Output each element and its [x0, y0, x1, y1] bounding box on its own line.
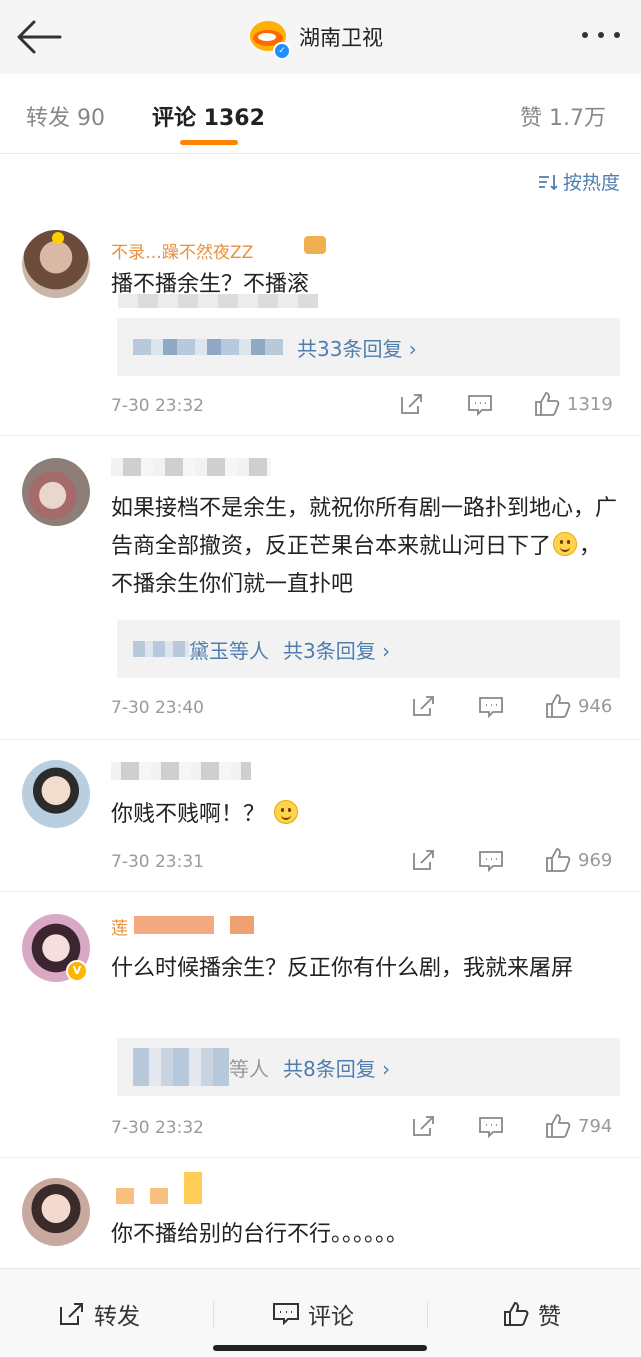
top-bar: ✓ 湖南卫视: [0, 0, 641, 74]
reply-summary[interactable]: 黛玉等人 共3条回复 ›: [117, 620, 620, 678]
verified-badge-icon: V: [66, 960, 88, 982]
bottom-comment-button[interactable]: 评论: [272, 1297, 354, 1331]
avatar[interactable]: [22, 458, 90, 526]
like-button[interactable]: 794: [544, 1112, 612, 1140]
reply-participants[interactable]: 等人: [229, 1053, 269, 1082]
repost-icon: [413, 696, 434, 716]
reply-summary[interactable]: 等人 共8条回复 ›: [117, 1038, 620, 1096]
comment-time: 7-30 23:32: [111, 1118, 204, 1138]
reply-button[interactable]: [478, 850, 504, 872]
sort-label: 按热度: [562, 172, 620, 194]
comment-icon: [468, 395, 492, 416]
blurred-name: [116, 1172, 204, 1206]
reply-button[interactable]: [467, 394, 493, 416]
home-indicator[interactable]: [213, 1345, 427, 1351]
bottom-comment-label: 评论: [308, 1304, 354, 1330]
reply-button[interactable]: [478, 696, 504, 718]
repost-button[interactable]: [399, 392, 425, 416]
thumbs-up-icon: [546, 848, 571, 872]
avatar[interactable]: [22, 1178, 90, 1246]
comment-text: 什么时候播余生？反正你有什么剧，我就来屠屏: [111, 956, 574, 981]
reply-participants[interactable]: 黛玉等人: [189, 635, 269, 664]
reply-count[interactable]: 共8条回复 ›: [283, 1053, 390, 1082]
comment-text-main: 你贱不贱啊！？: [111, 802, 266, 827]
avatar[interactable]: [22, 760, 90, 828]
divider: [427, 1301, 428, 1329]
more-dots-icon[interactable]: [579, 24, 623, 46]
smile-emoji-icon: [274, 800, 299, 824]
thumbs-up-icon: [546, 1114, 571, 1138]
tab-repost[interactable]: 转发 90: [26, 100, 105, 132]
comment-item: 你不播给别的台行不行。。。。。。: [0, 1158, 641, 1268]
comment-icon: [479, 1117, 503, 1138]
reply-summary[interactable]: 共33条回复 ›: [117, 318, 620, 376]
comment-item: 你贱不贱啊！？ 7-30 23:31 969: [0, 740, 641, 892]
comment-time: 7-30 23:32: [111, 396, 204, 416]
commenter-name[interactable]: 不录…躁不然夜ZZ: [111, 238, 253, 263]
page-title: 湖南卫视: [299, 26, 383, 50]
like-button[interactable]: 946: [544, 692, 612, 720]
blurred-name: [111, 458, 271, 476]
repost-button[interactable]: [411, 694, 437, 718]
hunan-tv-logo-icon: ✓: [247, 16, 291, 60]
active-tab-indicator: [180, 140, 238, 145]
header-title-group[interactable]: ✓ 湖南卫视: [247, 14, 383, 60]
blurred-names: [133, 641, 189, 657]
repost-icon: [60, 1303, 83, 1325]
repost-icon: [401, 394, 422, 414]
blurred-names: [133, 339, 283, 355]
thumbs-up-icon: [535, 392, 560, 416]
tab-bar: 转发 90 评论 1362 赞 1.7万: [0, 74, 641, 154]
avatar[interactable]: [22, 230, 90, 298]
divider: [213, 1301, 214, 1329]
comment-time: 7-30 23:40: [111, 698, 204, 718]
comment-icon: [479, 851, 503, 872]
comment-item: 如果接档不是余生，就祝你所有剧一路扑到地心，广告商全部撤资，反正芒果台本来就山河…: [0, 436, 641, 740]
blurred-name: [111, 762, 251, 780]
bottom-repost-button[interactable]: 转发: [58, 1297, 140, 1331]
bottom-action-bar: 转发 评论 赞: [0, 1268, 641, 1357]
thumbs-up-icon: [546, 694, 571, 718]
comment-time: 7-30 23:31: [111, 852, 204, 872]
like-count: 946: [578, 695, 613, 717]
back-arrow-icon[interactable]: [14, 18, 64, 56]
blurred-names: [133, 1048, 229, 1086]
reply-count[interactable]: 共3条回复 ›: [283, 635, 390, 664]
comment-item: V 莲 什么时候播余生？反正你有什么剧，我就来屠屏 等人 共8条回复 › 7-3…: [0, 892, 641, 1158]
sort-icon: [538, 174, 558, 190]
comment-item: 不录…躁不然夜ZZ 播不播余生？不播滚 共33条回复 › 7-30 23:32 …: [0, 208, 641, 436]
reply-button[interactable]: [478, 1116, 504, 1138]
bottom-like-label: 赞: [538, 1304, 561, 1330]
repost-icon: [413, 850, 434, 870]
member-crown-icon: [304, 236, 326, 254]
smile-emoji-icon: [553, 532, 578, 556]
thumbs-up-icon: [504, 1301, 529, 1326]
like-button[interactable]: 1319: [533, 390, 613, 418]
bottom-like-button[interactable]: 赞: [502, 1297, 561, 1331]
sort-button[interactable]: 按热度: [537, 168, 620, 195]
comment-text-main: 如果接档不是余生，就祝你所有剧一路扑到地心，广告商全部撤资，反正芒果台本来就山河…: [111, 496, 618, 559]
repost-icon: [413, 1116, 434, 1136]
blurred-region: [118, 294, 318, 308]
repost-button[interactable]: [411, 848, 437, 872]
bottom-repost-label: 转发: [94, 1304, 140, 1330]
commenter-name[interactable]: 莲: [111, 914, 128, 939]
comment-text: 如果接档不是余生，就祝你所有剧一路扑到地心，广告商全部撤资，反正芒果台本来就山河…: [111, 490, 623, 604]
blurred-name: [134, 916, 254, 934]
tab-likes[interactable]: 赞 1.7万: [520, 100, 606, 132]
reply-count[interactable]: 共33条回复 ›: [297, 333, 417, 362]
like-button[interactable]: 969: [544, 846, 612, 874]
like-count: 794: [578, 1115, 613, 1137]
verified-badge-icon: ✓: [273, 42, 291, 60]
comment-icon: [273, 1303, 299, 1326]
comment-text: 你贱不贱啊！？: [111, 796, 623, 834]
repost-button[interactable]: [411, 1114, 437, 1138]
comment-text: 你不播给别的台行不行。。。。。。: [111, 1222, 409, 1247]
like-count: 1319: [567, 393, 613, 415]
tab-comments[interactable]: 评论 1362: [152, 100, 265, 132]
comment-icon: [479, 697, 503, 718]
like-count: 969: [578, 849, 613, 871]
